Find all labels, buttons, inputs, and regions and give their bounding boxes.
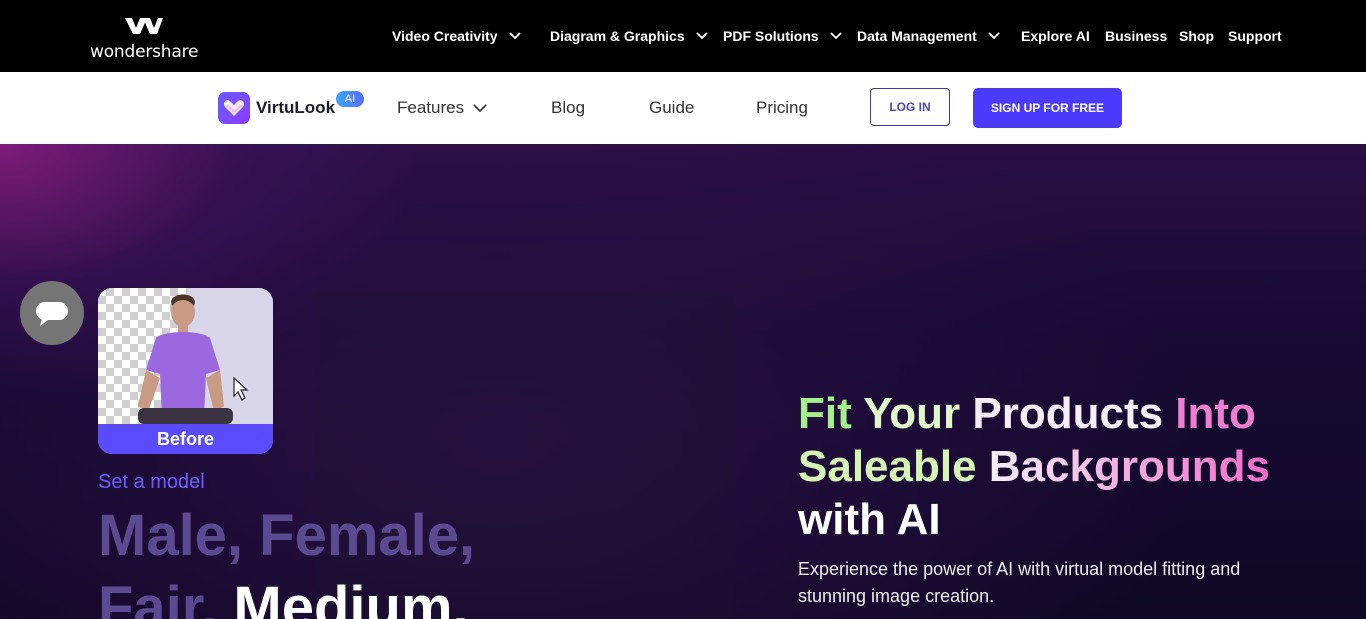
wondershare-logo-text: wondershare bbox=[90, 42, 199, 62]
title-fit: Fit bbox=[798, 389, 864, 438]
topnav-label: PDF Solutions bbox=[723, 28, 819, 44]
topnav-label: Video Creativity bbox=[392, 28, 498, 44]
title-with-ai: with AI bbox=[798, 495, 941, 544]
title-saleable: Saleable bbox=[798, 442, 989, 491]
topnav-label: Diagram & Graphics bbox=[550, 28, 685, 44]
topnav-explore-ai[interactable]: Explore AI bbox=[1021, 28, 1090, 44]
subnav-guide[interactable]: Guide bbox=[649, 98, 694, 118]
set-model-label: Set a model bbox=[98, 471, 205, 493]
topnav-data-management[interactable]: Data Management bbox=[857, 28, 1001, 44]
chevron-down-icon bbox=[695, 32, 708, 40]
topnav-support[interactable]: Support bbox=[1228, 28, 1282, 44]
before-preview-card[interactable]: Before bbox=[98, 288, 273, 454]
topnav-label: Explore AI bbox=[1021, 28, 1090, 44]
background-image bbox=[315, 294, 735, 619]
ai-badge: AI bbox=[336, 91, 364, 107]
option-medium: Medium, bbox=[233, 575, 469, 619]
subnav-label: Features bbox=[397, 98, 465, 117]
wondershare-logo-icon bbox=[125, 18, 163, 34]
login-button[interactable]: LOG IN bbox=[870, 88, 950, 126]
topnav-label: Support bbox=[1228, 28, 1282, 44]
topnav-shop[interactable]: Shop bbox=[1179, 28, 1214, 44]
hero-section: Before Set a model Male, Female, Fair, M… bbox=[0, 144, 1366, 619]
model-options-line-1: Male, Female, bbox=[98, 503, 476, 568]
chat-button[interactable] bbox=[20, 281, 84, 345]
topnav-label: Shop bbox=[1179, 28, 1214, 44]
title-your: Your bbox=[863, 389, 973, 438]
hero-subtitle: Experience the power of AI with virtual … bbox=[798, 559, 1241, 606]
subnav-features[interactable]: Features bbox=[397, 98, 488, 118]
topnav-video-creativity[interactable]: Video Creativity bbox=[392, 28, 522, 44]
topnav-diagram-graphics[interactable]: Diagram & Graphics bbox=[550, 28, 709, 44]
model-options-line-2: Fair, Medium, bbox=[98, 574, 469, 619]
virtulook-logo-icon[interactable] bbox=[218, 92, 250, 124]
signup-button[interactable]: SIGN UP FOR FREE bbox=[973, 88, 1122, 128]
wondershare-logo[interactable]: wondershare bbox=[90, 14, 200, 62]
chevron-down-icon bbox=[508, 32, 521, 40]
hero-title: Fit Your Products Into Saleable Backgrou… bbox=[798, 387, 1318, 546]
topnav-business[interactable]: Business bbox=[1105, 28, 1167, 44]
chat-icon bbox=[36, 302, 68, 326]
subnav-pricing[interactable]: Pricing bbox=[756, 98, 808, 118]
title-backgrounds: Backgrounds bbox=[988, 442, 1270, 491]
chevron-down-icon bbox=[473, 104, 487, 113]
before-label: Before bbox=[98, 424, 273, 454]
option-fair: Fair, bbox=[98, 575, 234, 619]
subnav-blog[interactable]: Blog bbox=[551, 98, 585, 118]
chevron-down-icon bbox=[988, 32, 1000, 40]
heart-icon bbox=[223, 100, 245, 116]
top-navigation-bar: wondershare Video Creativity Diagram & G… bbox=[0, 0, 1366, 72]
title-products: Products bbox=[972, 389, 1176, 438]
title-into: Into bbox=[1175, 389, 1256, 438]
topnav-label: Business bbox=[1105, 28, 1168, 44]
chevron-down-icon bbox=[830, 32, 842, 40]
cursor-icon bbox=[233, 376, 249, 401]
product-name[interactable]: VirtuLook bbox=[256, 98, 335, 118]
topnav-pdf-solutions[interactable]: PDF Solutions bbox=[723, 28, 843, 44]
topnav-label: Data Management bbox=[857, 28, 977, 44]
